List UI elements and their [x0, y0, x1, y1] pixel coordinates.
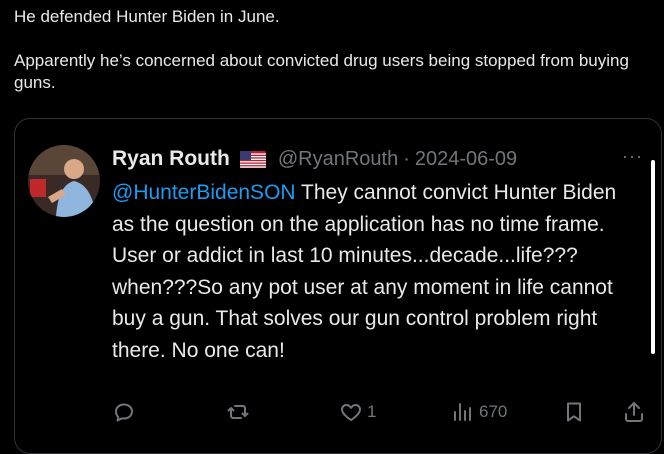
repost-button[interactable] [226, 400, 254, 424]
author-name[interactable]: Ryan Routh [112, 147, 230, 171]
action-bar: 1 670 [0, 400, 664, 430]
like-icon [341, 404, 361, 421]
quoted-tweet-text: @HunterBidenSON They cannot convict Hunt… [112, 177, 644, 366]
post-date[interactable]: 2024-06-09 [415, 148, 517, 171]
quoted-tweet-header: Ryan Routh @RyanRouth · 2024-06-09 [112, 144, 517, 174]
bookmark-button[interactable] [562, 400, 586, 424]
mention-link[interactable]: @HunterBidenSON [112, 181, 296, 204]
avatar[interactable] [28, 145, 100, 217]
views-icon [454, 403, 471, 421]
views-count: 670 [479, 402, 508, 421]
post-text: He defended Hunter Biden in June. Appare… [14, 6, 659, 94]
reply-icon [115, 403, 133, 422]
like-count: 1 [367, 402, 377, 421]
share-button[interactable] [622, 400, 646, 424]
share-icon [625, 402, 643, 422]
post-line-2: Apparently he’s concerned about convicte… [14, 51, 629, 92]
tweet-text: They cannot convict Hunter Biden as the … [112, 181, 617, 362]
like-button[interactable]: 1 [339, 400, 376, 424]
views-button[interactable]: 670 [451, 400, 507, 424]
reply-button[interactable] [112, 400, 140, 424]
us-flag-icon [239, 150, 266, 168]
author-handle[interactable]: @RyanRouth [278, 148, 398, 171]
repost-icon [227, 405, 249, 419]
scrollbar[interactable] [651, 160, 655, 354]
more-icon[interactable]: ··· [622, 146, 643, 167]
post-line-1: He defended Hunter Biden in June. [14, 7, 280, 26]
avatar-image [28, 145, 100, 217]
bookmark-icon [567, 402, 581, 422]
separator-dot: · [403, 147, 410, 170]
